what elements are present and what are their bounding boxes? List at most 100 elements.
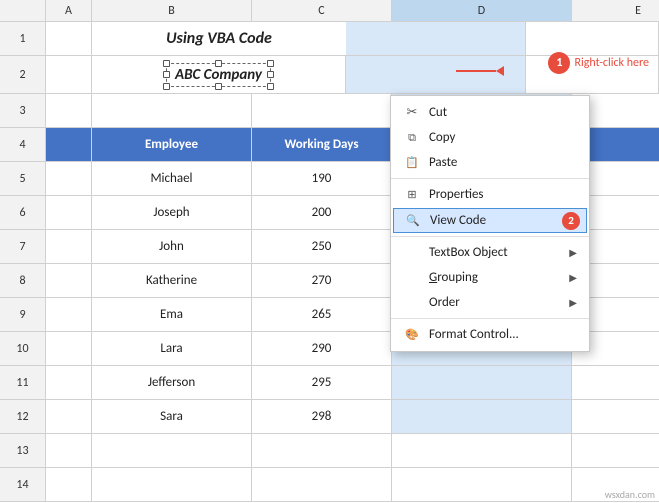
company-text: ABC Company [175,66,262,84]
cell-12-d [392,400,572,433]
cell-11-e [572,366,659,399]
col-header-e[interactable]: E [572,0,659,21]
cell-5-name: Michael [92,162,252,195]
cell-3b [92,94,252,127]
arrow-pointer [456,66,504,76]
cell-9-days: 265 [252,298,392,331]
grouping-underline-g: G [429,270,437,285]
arrow-head [496,66,504,76]
properties-icon: ⊞ [403,188,421,201]
textbox-arrow: ▶ [569,246,577,259]
menu-item-grouping[interactable]: Grouping ▶ [391,265,589,290]
textbox-object-label: TextBox Object [429,245,561,260]
annotation-right-click: 1 Right-click here [548,52,649,74]
cell-4b-employee: Employee [92,128,252,161]
row-11: 11 Jefferson 295 [0,366,659,400]
order-label: Order [429,295,561,310]
grouping-rest: rouping [437,270,478,285]
company-textbox-cell: ABC Company [92,56,346,93]
corner-cell [0,0,46,21]
row-1: 1 Using VBA Code [0,22,659,56]
cell-6-days: 200 [252,196,392,229]
row-4-num: 4 [0,128,46,161]
copy-icon: ⧉ [403,131,421,145]
row-5-num: 5 [0,162,46,195]
cell-6-name: Joseph [92,196,252,229]
cell-7-days: 250 [252,230,392,263]
cell-4c-working-days: Working Days [252,128,392,161]
grouping-label: Grouping [429,270,561,285]
copy-label: Copy [429,130,577,145]
menu-item-copy[interactable]: ⧉ Copy [391,125,589,150]
divider-1 [391,178,589,179]
properties-label: Properties [429,187,577,202]
row-2-header: 2 [0,56,46,93]
handle-mr[interactable] [267,71,274,78]
view-code-label: View Code [430,213,576,228]
cell-10-name: Lara [92,332,252,365]
view-code-badge: 2 [562,212,580,230]
handle-bc[interactable] [215,83,222,90]
row-13-num: 13 [0,434,46,467]
spreadsheet: A B C D E 1 Using VBA Code 2 ABC Company [0,0,659,503]
cell-8-days: 270 [252,264,392,297]
divider-3 [391,318,589,319]
cell-4a [46,128,92,161]
row-6-num: 6 [0,196,46,229]
handle-bl[interactable] [163,83,170,90]
row-11-num: 11 [0,366,46,399]
menu-item-paste[interactable]: 📋 Paste [391,150,589,175]
cell-12-name: Sara [92,400,252,433]
column-header-row: A B C D E [0,0,659,22]
menu-item-cut[interactable]: ✂ Cut [391,100,589,125]
menu-item-textbox-object[interactable]: TextBox Object ▶ [391,240,589,265]
menu-item-order[interactable]: Order ▶ [391,290,589,315]
row-9-num: 9 [0,298,46,331]
annotation-badge-1: 1 [548,52,570,74]
cell-1b-title: Using VBA Code [92,22,346,55]
cell-2a [46,56,92,93]
cell-11-d [392,366,572,399]
cell-8-name: Katherine [92,264,252,297]
row-3-header: 3 [0,94,46,127]
format-control-label: Format Control... [429,327,577,342]
menu-item-view-code[interactable]: 🔍 View Code 2 [393,208,587,233]
cell-1a [46,22,92,55]
cell-3a [46,94,92,127]
col-header-c[interactable]: C [252,0,392,21]
col-header-a[interactable]: A [46,0,92,21]
handle-tl[interactable] [163,60,170,67]
annotation-text: Right-click here [574,56,649,70]
menu-item-properties[interactable]: ⊞ Properties [391,182,589,207]
row-10-num: 10 [0,332,46,365]
cell-12-e [572,400,659,433]
order-arrow: ▶ [569,296,577,309]
handle-tc[interactable] [215,60,222,67]
row-7-num: 7 [0,230,46,263]
col-header-d[interactable]: D [392,0,572,21]
cut-label: Cut [429,105,577,120]
textbox-container[interactable]: ABC Company [166,63,271,87]
row-1-header: 1 [0,22,46,55]
arrow-shaft [456,70,496,72]
company-textbox: ABC Company [166,63,271,87]
cell-12-days: 298 [252,400,392,433]
row-12: 12 Sara 298 [0,400,659,434]
menu-item-format-control[interactable]: 🎨 Format Control... [391,322,589,347]
handle-tr[interactable] [267,60,274,67]
handle-ml[interactable] [163,71,170,78]
cut-icon: ✂ [403,105,421,120]
row-13: 13 [0,434,659,468]
paste-label: Paste [429,155,577,170]
watermark: wsxdan.com [605,488,655,501]
grouping-arrow: ▶ [569,271,577,284]
cell-5-days: 190 [252,162,392,195]
cell-11-days: 295 [252,366,392,399]
cell-3c [252,94,392,127]
cell-9-name: Ema [92,298,252,331]
cell-7-name: John [92,230,252,263]
col-header-b[interactable]: B [92,0,252,21]
context-menu: ✂ Cut ⧉ Copy 📋 Paste ⊞ Properties 🔍 View… [390,95,590,352]
row-8-num: 8 [0,264,46,297]
handle-br[interactable] [267,83,274,90]
